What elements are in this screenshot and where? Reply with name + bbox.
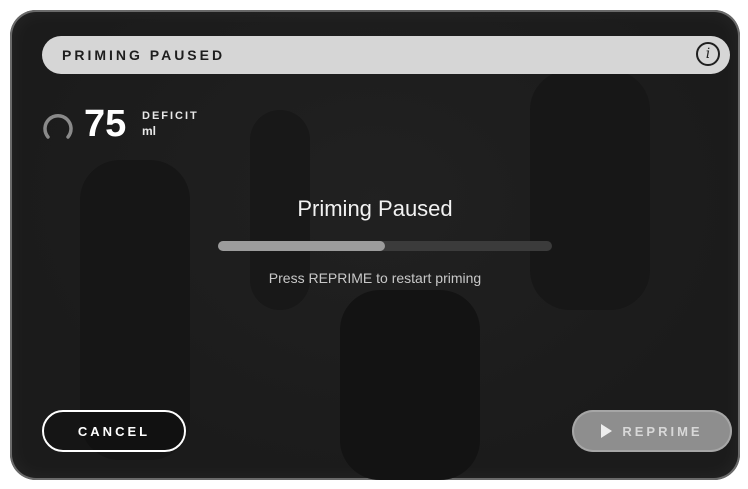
- background-silhouette: [340, 290, 480, 480]
- deficit-ring-icon: [43, 113, 73, 139]
- status-title: Priming Paused: [297, 196, 453, 221]
- reprime-label: REPRIME: [622, 423, 703, 439]
- cancel-button[interactable]: CANCEL: [42, 410, 186, 452]
- status-hint: Press REPRIME to restart priming: [268, 270, 482, 286]
- play-icon: [601, 424, 613, 438]
- info-icon[interactable]: i: [696, 42, 720, 66]
- deficit-value: 75: [84, 103, 127, 145]
- reprime-button[interactable]: REPRIME: [572, 410, 732, 452]
- priming-progress-fill: [218, 241, 385, 251]
- header-bar: PRIMING PAUSED i: [42, 36, 730, 74]
- device-screen: PRIMING PAUSED i 75 DEFICIT ml Priming P…: [10, 10, 740, 480]
- header-title: PRIMING PAUSED: [62, 47, 226, 63]
- deficit-unit: ml: [142, 124, 157, 138]
- priming-progress-bar: [218, 241, 552, 251]
- deficit-label: DEFICIT: [142, 110, 199, 122]
